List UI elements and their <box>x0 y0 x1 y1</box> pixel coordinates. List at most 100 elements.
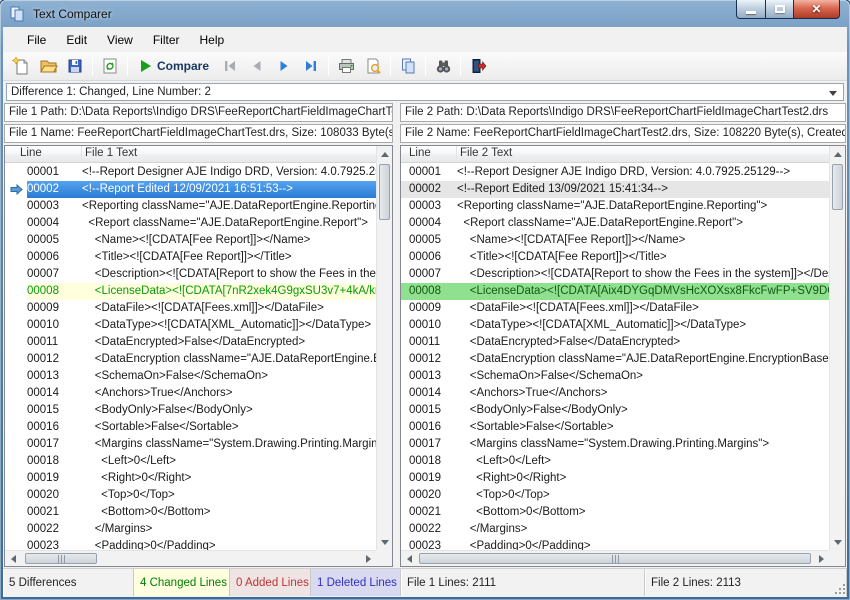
diff-row-left[interactable]: 00003<Reporting className="AJE.DataRepor… <box>5 198 376 215</box>
scroll-down-icon[interactable] <box>377 534 393 550</box>
left-vscroll-thumb[interactable] <box>379 164 390 220</box>
new-file-button[interactable] <box>8 54 34 79</box>
open-file-button[interactable] <box>35 54 61 79</box>
diff-row-right[interactable]: 00018 <Left>0</Left> <box>401 453 829 470</box>
scroll-up-icon[interactable] <box>377 146 393 162</box>
right-horizontal-scrollbar[interactable] <box>401 550 829 566</box>
first-difference-button[interactable] <box>217 54 243 79</box>
column-header-file2-text[interactable]: File 2 Text <box>457 146 845 162</box>
menu-filter[interactable]: Filter <box>143 30 190 50</box>
diff-row-right[interactable]: 00009 <DataFile><![CDATA[Fees.xml]]></Da… <box>401 300 829 317</box>
menu-edit[interactable]: Edit <box>56 30 97 50</box>
diff-row-right[interactable]: 00020 <Top>0</Top> <box>401 487 829 504</box>
diff-row-right[interactable]: 00016 <Sortable>False</Sortable> <box>401 419 829 436</box>
diff-row-left[interactable]: 00002<!--Report Edited 12/09/2021 16:51:… <box>5 181 376 198</box>
compare-button[interactable]: Compare <box>132 54 216 79</box>
copy-button[interactable] <box>395 54 421 79</box>
diff-row-right[interactable]: 00008 <LicenseData><![CDATA[Aix4DYGqDMVs… <box>401 283 829 300</box>
difference-selector-row: Difference 1: Changed, Line Number: 2 <box>3 81 847 102</box>
scroll-left-icon[interactable] <box>401 551 417 567</box>
diff-row-left[interactable]: 00004 <Report className="AJE.DataReportE… <box>5 215 376 232</box>
menu-help[interactable]: Help <box>190 30 235 50</box>
right-vertical-scrollbar[interactable] <box>829 146 845 550</box>
diff-row-right[interactable]: 00005 <Name><![CDATA[Fee Report]]></Name… <box>401 232 829 249</box>
difference-selector[interactable]: Difference 1: Changed, Line Number: 2 <box>6 83 844 101</box>
diff-row-left[interactable]: 00018 <Left>0</Left> <box>5 453 376 470</box>
diff-row-right[interactable]: 00019 <Right>0</Right> <box>401 470 829 487</box>
save-button[interactable] <box>62 54 88 79</box>
right-vscroll-thumb[interactable] <box>832 164 843 210</box>
exit-button[interactable] <box>465 54 491 79</box>
print-preview-button[interactable] <box>360 54 386 79</box>
diff-row-left[interactable]: 00010 <DataType><![CDATA[XML_Automatic]]… <box>5 317 376 334</box>
line-text: <Left>0</Left> <box>82 453 376 470</box>
scroll-left-icon[interactable] <box>5 551 21 567</box>
scroll-right-icon[interactable] <box>360 551 376 567</box>
diff-row-left[interactable]: 00023 <Padding>0</Padding> <box>5 538 376 550</box>
file-name-row: File 1 Name: FeeReportChartFieldImageCha… <box>3 123 847 144</box>
print-button[interactable] <box>333 54 359 79</box>
close-button[interactable]: ✕ <box>794 0 840 19</box>
pane-splitter[interactable] <box>393 145 400 567</box>
diff-row-left[interactable]: 00001<!--Report Designer AJE Indigo DRD,… <box>5 164 376 181</box>
diff-row-left[interactable]: 00012 <DataEncryption className="AJE.Dat… <box>5 351 376 368</box>
line-number: 00010 <box>401 317 457 334</box>
diff-row-left[interactable]: 00019 <Right>0</Right> <box>5 470 376 487</box>
column-header-line[interactable]: Line <box>5 146 82 162</box>
row-gutter <box>5 402 27 419</box>
scroll-up-icon[interactable] <box>830 146 846 162</box>
column-header-line[interactable]: Line <box>401 146 457 162</box>
scroll-right-icon[interactable] <box>813 551 829 567</box>
right-hscroll-thumb[interactable] <box>419 553 811 564</box>
diff-row-right[interactable]: 00023 <Padding>0</Padding> <box>401 538 829 550</box>
diff-row-right[interactable]: 00017 <Margins className="System.Drawing… <box>401 436 829 453</box>
previous-difference-button[interactable] <box>244 54 270 79</box>
left-hscroll-thumb[interactable] <box>25 553 97 564</box>
column-header-file1-text[interactable]: File 1 Text <box>82 146 392 162</box>
diff-row-right[interactable]: 00010 <DataType><![CDATA[XML_Automatic]]… <box>401 317 829 334</box>
line-number: 00014 <box>401 385 457 402</box>
menu-file[interactable]: File <box>17 30 56 50</box>
diff-row-left[interactable]: 00021 <Bottom>0</Bottom> <box>5 504 376 521</box>
diff-row-right[interactable]: 00003<Reporting className="AJE.DataRepor… <box>401 198 829 215</box>
diff-row-right[interactable]: 00002<!--Report Edited 13/09/2021 15:41:… <box>401 181 829 198</box>
compare-label: Compare <box>157 59 209 73</box>
find-button[interactable] <box>430 54 456 79</box>
minimize-button[interactable] <box>736 0 766 19</box>
diff-row-left[interactable]: 00017 <Margins className="System.Drawing… <box>5 436 376 453</box>
diff-row-left[interactable]: 00016 <Sortable>False</Sortable> <box>5 419 376 436</box>
diff-row-left[interactable]: 00013 <SchemaOn>False</SchemaOn> <box>5 368 376 385</box>
diff-row-left[interactable]: 00015 <BodyOnly>False</BodyOnly> <box>5 402 376 419</box>
diff-row-right[interactable]: 00011 <DataEncrypted>False</DataEncrypte… <box>401 334 829 351</box>
diff-row-left[interactable]: 00008 <LicenseData><![CDATA[7nR2xek4G9gx… <box>5 283 376 300</box>
diff-row-left[interactable]: 00022 </Margins> <box>5 521 376 538</box>
diff-row-right[interactable]: 00006 <Title><![CDATA[Fee Report]]></Tit… <box>401 249 829 266</box>
diff-row-left[interactable]: 00007 <Description><![CDATA[Report to sh… <box>5 266 376 283</box>
last-difference-button[interactable] <box>298 54 324 79</box>
diff-row-right[interactable]: 00022 </Margins> <box>401 521 829 538</box>
diff-row-right[interactable]: 00014 <Anchors>True</Anchors> <box>401 385 829 402</box>
diff-row-right[interactable]: 00021 <Bottom>0</Bottom> <box>401 504 829 521</box>
next-difference-button[interactable] <box>271 54 297 79</box>
titlebar[interactable]: Text Comparer ✕ <box>3 0 847 27</box>
left-horizontal-scrollbar[interactable] <box>5 550 376 566</box>
diff-row-left[interactable]: 00011 <DataEncrypted>False</DataEncrypte… <box>5 334 376 351</box>
left-vertical-scrollbar[interactable] <box>376 146 392 550</box>
diff-row-right[interactable]: 00004 <Report className="AJE.DataReportE… <box>401 215 829 232</box>
diff-row-left[interactable]: 00020 <Top>0</Top> <box>5 487 376 504</box>
diff-row-right[interactable]: 00013 <SchemaOn>False</SchemaOn> <box>401 368 829 385</box>
diff-row-left[interactable]: 00014 <Anchors>True</Anchors> <box>5 385 376 402</box>
menu-view[interactable]: View <box>97 30 143 50</box>
diff-row-right[interactable]: 00001<!--Report Designer AJE Indigo DRD,… <box>401 164 829 181</box>
line-number: 00021 <box>27 504 82 521</box>
scroll-down-icon[interactable] <box>830 534 846 550</box>
diff-row-left[interactable]: 00005 <Name><![CDATA[Fee Report]]></Name… <box>5 232 376 249</box>
diff-row-right[interactable]: 00012 <DataEncryption className="AJE.Dat… <box>401 351 829 368</box>
refresh-button[interactable] <box>97 54 123 79</box>
diff-row-right[interactable]: 00007 <Description><![CDATA[Report to sh… <box>401 266 829 283</box>
maximize-button[interactable] <box>766 0 794 19</box>
diff-row-right[interactable]: 00015 <BodyOnly>False</BodyOnly> <box>401 402 829 419</box>
resize-grip-icon[interactable] <box>833 582 845 594</box>
diff-row-left[interactable]: 00006 <Title><![CDATA[Fee Report]]></Tit… <box>5 249 376 266</box>
diff-row-left[interactable]: 00009 <DataFile><![CDATA[Fees.xml]]></Da… <box>5 300 376 317</box>
